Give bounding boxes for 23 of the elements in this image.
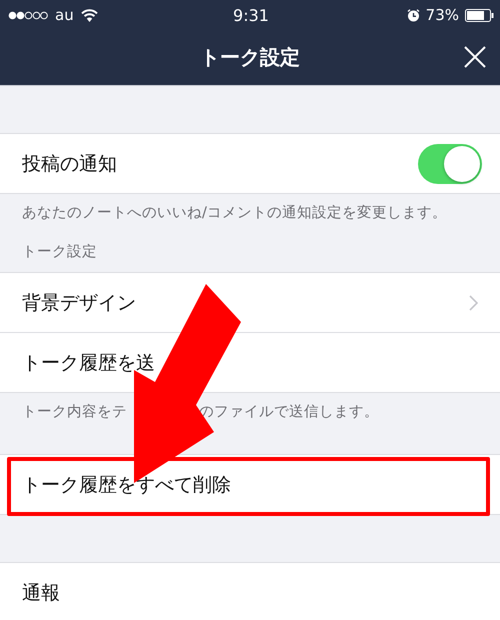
signal-icon	[8, 10, 48, 20]
toggle-switch[interactable]	[418, 144, 482, 184]
settings-row[interactable]: 通報	[0, 563, 500, 620]
row-label: 背景デザイン	[22, 290, 136, 316]
carrier-name: au	[55, 6, 74, 24]
settings-row[interactable]: 投稿の通知	[0, 134, 500, 193]
battery-icon	[465, 8, 494, 22]
note-text: あなたのノートへのいいね/コメントの通知設定を変更します。	[22, 204, 447, 222]
row-label: 投稿の通知	[22, 152, 117, 176]
wifi-icon	[80, 8, 98, 22]
section-header: トーク設定	[21, 242, 98, 262]
note-text: トーク内容をテ	[22, 402, 127, 421]
row-label: 通報	[22, 580, 60, 606]
close-icon[interactable]	[464, 46, 486, 68]
row-label: トーク履歴を送	[22, 350, 155, 376]
settings-row[interactable]: 背景デザイン	[0, 273, 500, 332]
screen-title: トーク設定	[200, 44, 300, 71]
status-time: 9:31	[233, 6, 269, 24]
alarm-icon	[406, 8, 420, 22]
chevron-icon	[469, 294, 478, 310]
settings-row[interactable]: トーク履歴をすべて削除	[0, 455, 500, 514]
row-label: トーク履歴をすべて削除	[22, 472, 231, 498]
battery-percent: 73%	[426, 6, 459, 24]
